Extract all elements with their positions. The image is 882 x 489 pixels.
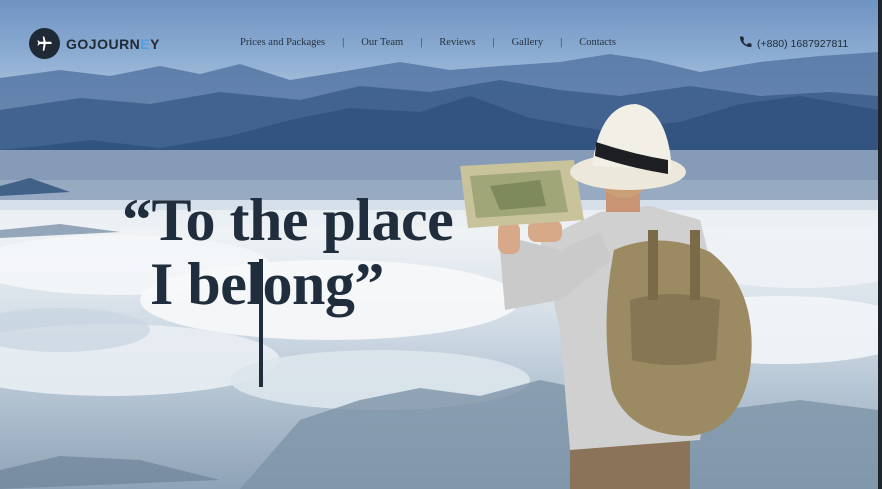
nav-contacts[interactable]: Contacts [579, 37, 616, 48]
nav-separator: | [420, 37, 423, 48]
phone-number: (+880) 1687927811 [757, 37, 849, 50]
nav-separator: | [560, 37, 563, 48]
phone-icon [740, 36, 752, 51]
hero-headline: “To the place I belong” [122, 187, 454, 317]
nav-separator: | [492, 37, 495, 48]
brand-name: GOJOURNEY [66, 35, 160, 52]
airplane-icon [29, 28, 60, 59]
nav-prices-and-packages[interactable]: Prices and Packages [240, 37, 325, 48]
main-navigation: Prices and Packages | Our Team | Reviews… [240, 37, 616, 48]
nav-gallery[interactable]: Gallery [512, 37, 544, 48]
hero-background: GOJOURNEY Prices and Packages | Our Team… [0, 0, 878, 489]
brand-logo[interactable]: GOJOURNEY [29, 28, 160, 59]
headline-line-1: “To the place [122, 187, 454, 253]
text-cursor-line [259, 259, 263, 387]
nav-our-team[interactable]: Our Team [361, 37, 403, 48]
nav-reviews[interactable]: Reviews [439, 37, 475, 48]
headline-line-2: I belong” [150, 251, 384, 317]
nav-separator: | [342, 37, 345, 48]
window-edge [878, 0, 882, 489]
phone-contact[interactable]: (+880) 1687927811 [740, 36, 848, 51]
